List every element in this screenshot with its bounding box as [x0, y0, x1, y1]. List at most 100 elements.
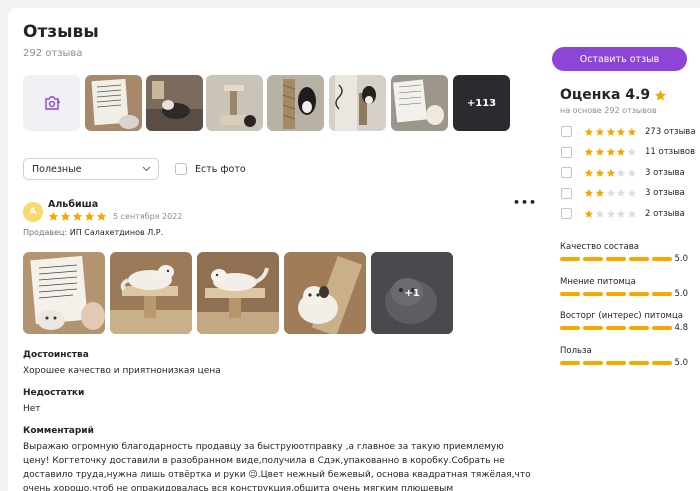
rating-title: Оценка 4.9: [560, 87, 651, 103]
rating-filter-1[interactable]: 2 отзыва: [561, 208, 685, 219]
rating-filter-count: 11 отзывов: [645, 147, 696, 157]
review-photo-more[interactable]: +1: [371, 252, 453, 334]
comment-text: Выражаю огромную благодарность продавцу …: [23, 442, 531, 491]
camera-plus-icon: [44, 96, 60, 110]
star-filled-icon: [584, 168, 594, 177]
review-photo-more-label: +1: [404, 287, 420, 299]
rating-filter-checkbox[interactable]: [561, 167, 572, 178]
rating-filter-3[interactable]: 3 отзыва: [561, 167, 685, 178]
star-filled-icon: [96, 211, 107, 221]
rating-filter-stars: [584, 209, 638, 219]
parameter-bar-segment: [629, 360, 649, 365]
disadvantages-title: Недостатки: [23, 388, 85, 398]
advantages-text: Хорошее качество и приятнонизкая цена: [23, 366, 221, 376]
rating-filter-checkbox[interactable]: [561, 126, 572, 137]
review-photo-4[interactable]: [284, 252, 366, 334]
photo-filter-checkbox[interactable]: [175, 163, 187, 175]
parameter-bar-segment: [629, 257, 649, 261]
rating-filter-5[interactable]: 273 отзыва: [561, 126, 696, 137]
rating-filter-count: 3 отзыва: [645, 188, 685, 198]
parameter-bar-segment: [652, 326, 672, 330]
rating-filter-checkbox[interactable]: [561, 146, 572, 158]
star-filled-icon: [584, 127, 594, 136]
parameter-label: Мнение питомца: [560, 276, 636, 287]
customer-photo-6[interactable]: [391, 75, 448, 131]
rating-parameter: Восторг (интерес) питомца 4.8: [560, 311, 690, 333]
rating-filter-stars: [584, 188, 638, 198]
parameter-bar-segment: [629, 326, 649, 330]
star-empty-icon: [617, 209, 626, 218]
customer-photo-2[interactable]: [146, 75, 203, 131]
rating-filter-checkbox[interactable]: [561, 187, 572, 199]
parameter-bar: [560, 360, 672, 365]
leave-review-button[interactable]: Оставить отзыв: [552, 47, 687, 71]
rating-parameter: Качество состава 5.0: [560, 242, 690, 264]
review-date: 5 сентября 2022: [113, 212, 183, 221]
star-filled-icon: [606, 147, 615, 156]
parameter-bar-segment: [583, 326, 603, 330]
star-filled-icon: [584, 147, 594, 156]
photo-filter[interactable]: Есть фото: [175, 163, 246, 175]
parameter-label: Польза: [560, 345, 592, 356]
parameter-label: Качество состава: [560, 242, 639, 252]
star-filled-icon: [606, 168, 615, 177]
rating-filter-2[interactable]: 3 отзыва: [561, 187, 685, 199]
parameter-bar-segment: [606, 291, 626, 296]
star-filled-icon: [595, 147, 604, 156]
star-empty-icon: [595, 209, 604, 218]
star-filled-icon: [584, 209, 594, 218]
advantages-title: Достоинства: [23, 350, 89, 360]
rating-filter-stars: [584, 168, 638, 178]
parameter-bar: [560, 291, 672, 296]
review-photo-1[interactable]: [23, 252, 105, 334]
disadvantages-text: Нет: [23, 404, 41, 414]
star-filled-icon: [60, 211, 71, 221]
add-photo-button[interactable]: [23, 75, 80, 131]
parameter-bar: [560, 326, 672, 330]
comment-title: Комментарий: [23, 426, 94, 436]
star-icon: [655, 89, 667, 100]
parameter-bar: [560, 257, 672, 261]
chevron-down-icon: [142, 166, 151, 172]
star-filled-icon: [84, 211, 95, 221]
rating-filter-count: 3 отзыва: [645, 167, 685, 178]
photo-filter-label: Есть фото: [195, 163, 246, 175]
star-filled-icon: [48, 211, 59, 221]
star-filled-icon: [627, 127, 637, 136]
seller-label: Продавец:: [23, 228, 68, 237]
more-photos-tile[interactable]: +113: [453, 75, 510, 131]
rating-filter-count: 273 отзыва: [645, 126, 696, 137]
rating-filter-4[interactable]: 11 отзывов: [561, 146, 696, 158]
star-filled-icon: [617, 127, 626, 136]
customer-photo-3[interactable]: [206, 75, 263, 131]
review-author: Альбиша: [48, 199, 99, 210]
parameter-bar-segment: [560, 326, 580, 330]
review-photo-2[interactable]: [110, 252, 192, 334]
parameter-value: 5.0: [674, 254, 688, 264]
sort-select[interactable]: Полезные: [23, 158, 159, 180]
star-empty-icon: [627, 188, 637, 197]
sort-select-value: Полезные: [32, 164, 82, 175]
reviews-page: Отзывы 292 отзыва +113 Полезные Есть фот…: [8, 8, 700, 491]
review-photo-3[interactable]: [197, 252, 279, 334]
review-seller: Продавец: ИП Салахетдинов Л.Р.: [23, 228, 163, 237]
customer-photo-1[interactable]: [85, 75, 142, 131]
rating-basis: на основе 292 отзывов: [560, 106, 657, 115]
seller-name: ИП Салахетдинов Л.Р.: [69, 228, 164, 237]
star-filled-icon: [72, 211, 83, 221]
parameter-bar-segment: [652, 257, 672, 261]
rating-filter-checkbox[interactable]: [561, 208, 572, 219]
parameter-bar-segment: [652, 360, 672, 365]
parameter-bar-segment: [583, 257, 603, 261]
customer-photo-5[interactable]: [329, 75, 386, 131]
parameter-bar-segment: [583, 291, 603, 296]
avatar: А: [23, 202, 43, 222]
star-empty-icon: [627, 168, 637, 177]
rating-filter-stars: [584, 127, 638, 137]
star-empty-icon: [617, 188, 626, 197]
customer-photo-4[interactable]: [267, 75, 324, 131]
parameter-bar-segment: [606, 257, 626, 261]
rating-parameter: Польза 5.0: [560, 345, 690, 368]
parameter-bar-segment: [606, 360, 626, 365]
more-dots-icon[interactable]: •••: [513, 196, 537, 209]
